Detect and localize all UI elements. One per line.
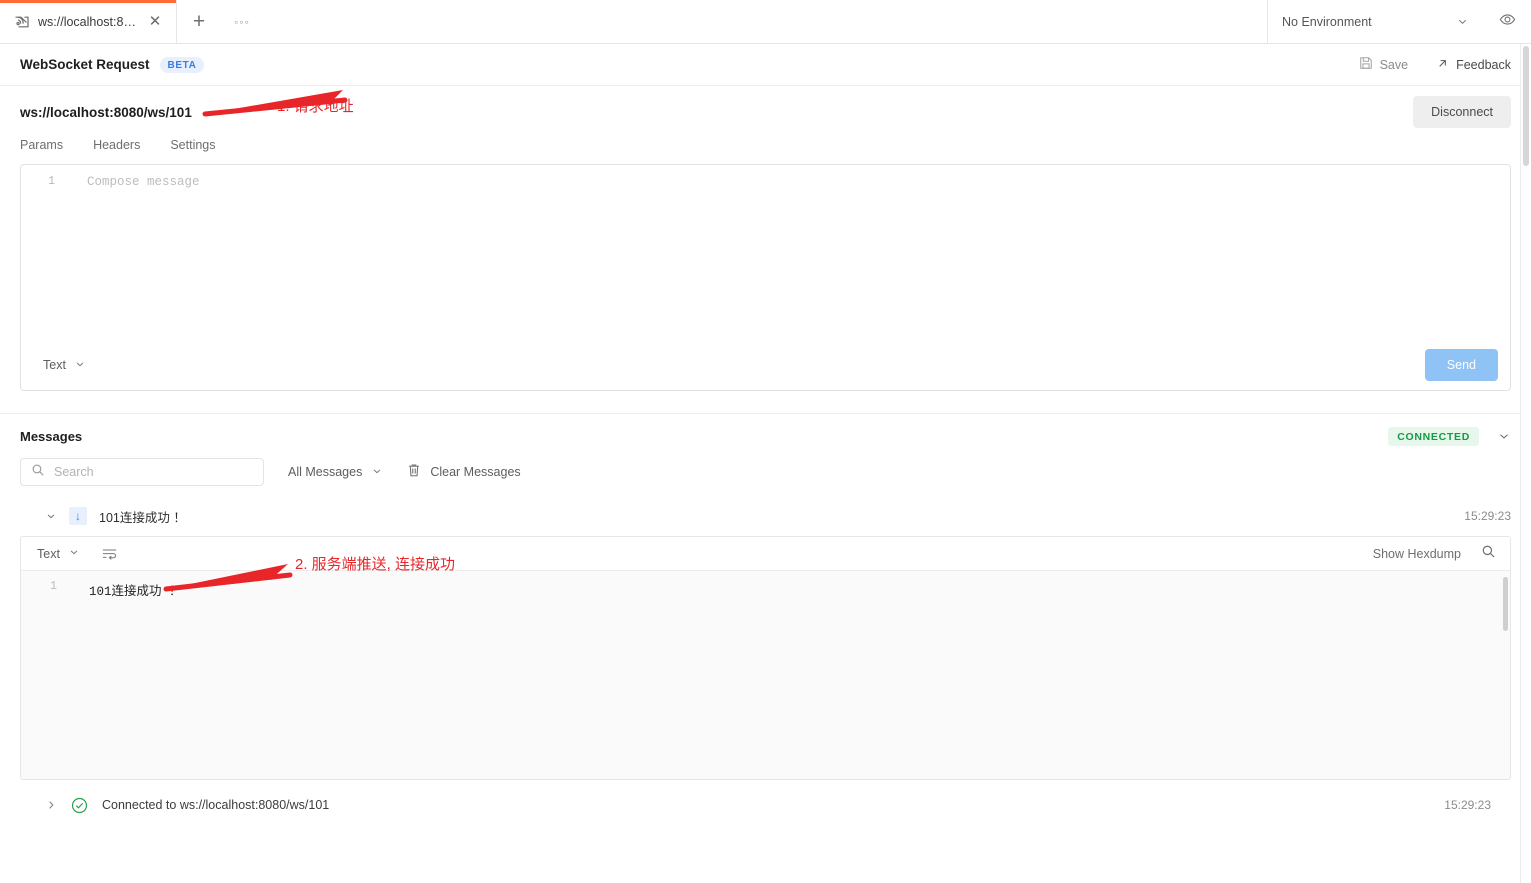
search-input[interactable] — [54, 465, 253, 479]
wrap-lines-icon[interactable] — [102, 547, 118, 561]
request-tab[interactable]: ws://localhost:808... ✕ — [0, 0, 177, 43]
message-received-icon: ↓ — [69, 507, 87, 525]
compose-editor: 1 Compose message Text Send — [20, 164, 1511, 391]
environment-quick-look-button[interactable] — [1483, 0, 1531, 43]
message-detail-body: 1 101连接成功 ！ — [21, 571, 1510, 779]
new-tab-button[interactable]: + — [177, 0, 221, 43]
message-text: 101连接成功 ！ — [99, 510, 186, 525]
connection-status-time: 15:29:23 — [1444, 798, 1491, 812]
message-filter-select[interactable]: All Messages — [288, 465, 383, 480]
chevron-down-icon[interactable] — [45, 510, 57, 522]
tab-settings[interactable]: Settings — [170, 138, 215, 152]
detail-format-select[interactable]: Text — [37, 546, 80, 561]
trash-icon — [407, 463, 421, 481]
detail-line-number: 1 — [50, 580, 57, 593]
websocket-icon — [14, 14, 30, 30]
request-subtabs: Params Headers Settings — [0, 138, 1531, 164]
environment-selector[interactable]: No Environment — [1268, 0, 1483, 43]
save-label: Save — [1379, 57, 1409, 72]
tab-bar: ws://localhost:808... ✕ + ◦◦◦ No Environ… — [0, 0, 1531, 44]
search-icon[interactable] — [1481, 544, 1496, 564]
message-detail-panel: Text Show Hexdump 1 101连接成功 ！ — [20, 536, 1511, 780]
page-scrollbar[interactable] — [1520, 44, 1531, 883]
clear-messages-button[interactable]: Clear Messages — [407, 463, 521, 481]
message-row[interactable]: ↓ 101连接成功 ！ 15:29:23 — [20, 500, 1511, 532]
feedback-label: Feedback — [1456, 57, 1511, 72]
tab-params[interactable]: Params — [20, 138, 63, 152]
collapse-messages-icon[interactable] — [1497, 429, 1511, 443]
message-type-label: Text — [43, 358, 66, 372]
chevron-down-icon — [371, 465, 383, 480]
show-hexdump-button[interactable]: Show Hexdump — [1373, 547, 1461, 561]
message-detail-toolbar: Text Show Hexdump — [21, 537, 1510, 571]
save-button[interactable]: Save — [1359, 56, 1409, 73]
beta-badge: BETA — [159, 56, 205, 73]
detail-format-label: Text — [37, 546, 60, 561]
messages-list: ↓ 101连接成功 ！ 15:29:23 Text Show Hexdump 1… — [0, 500, 1531, 822]
message-filter-label: All Messages — [288, 465, 363, 479]
header-actions: Save Feedback — [1359, 56, 1511, 73]
chevron-down-icon — [74, 358, 86, 373]
url-row: ws://localhost:8080/ws/101 Disconnect — [0, 86, 1531, 138]
send-button[interactable]: Send — [1424, 349, 1498, 381]
compose-body[interactable]: 1 Compose message — [21, 165, 1510, 340]
websocket-request-window: ws://localhost:808... ✕ + ◦◦◦ No Environ… — [0, 0, 1531, 883]
connection-status-text: Connected to ws://localhost:8080/ws/101 — [102, 798, 330, 812]
status-badge: CONNECTED — [1388, 426, 1479, 446]
search-box[interactable] — [20, 458, 264, 486]
compose-area: 1 Compose message Text Send — [0, 164, 1531, 391]
tab-title: ws://localhost:808... — [38, 14, 138, 29]
chevron-right-icon[interactable] — [45, 799, 57, 811]
message-timestamp: 15:29:23 — [1464, 509, 1511, 523]
detail-scrollbar-thumb[interactable] — [1503, 577, 1508, 631]
chevron-down-icon — [1456, 15, 1469, 28]
request-url[interactable]: ws://localhost:8080/ws/101 — [20, 105, 192, 120]
search-icon — [31, 463, 45, 482]
connection-status-row[interactable]: Connected to ws://localhost:8080/ws/101 … — [20, 788, 1511, 822]
clear-messages-label: Clear Messages — [430, 465, 521, 479]
messages-title: Messages — [20, 428, 83, 444]
check-circle-icon — [71, 797, 88, 814]
page-scrollbar-thumb[interactable] — [1523, 46, 1529, 166]
messages-toolbar: All Messages Clear Messages — [0, 458, 1531, 500]
messages-header: Messages CONNECTED — [0, 414, 1531, 458]
detail-content: 101连接成功 ！ — [89, 585, 182, 599]
compose-placeholder: Compose message — [87, 175, 200, 189]
tabbar-filler — [263, 0, 1268, 43]
eye-icon — [1499, 11, 1516, 33]
tab-headers[interactable]: Headers — [93, 138, 140, 152]
environment-label: No Environment — [1282, 14, 1372, 29]
chevron-down-icon — [68, 546, 80, 561]
message-detail-actions: Show Hexdump — [1373, 544, 1496, 564]
request-header: WebSocket Request BETA Save Feedback — [0, 44, 1531, 86]
feedback-button[interactable]: Feedback — [1436, 57, 1511, 73]
tab-options-icon[interactable]: ◦◦◦ — [221, 0, 263, 43]
external-link-icon — [1436, 57, 1449, 73]
close-icon[interactable]: ✕ — [146, 13, 164, 31]
save-icon — [1359, 56, 1373, 73]
compose-footer: Text Send — [21, 340, 1510, 390]
disconnect-button[interactable]: Disconnect — [1413, 96, 1511, 128]
compose-line-number: 1 — [48, 175, 55, 188]
page-title: WebSocket Request — [20, 57, 150, 72]
message-type-select[interactable]: Text — [43, 358, 86, 373]
